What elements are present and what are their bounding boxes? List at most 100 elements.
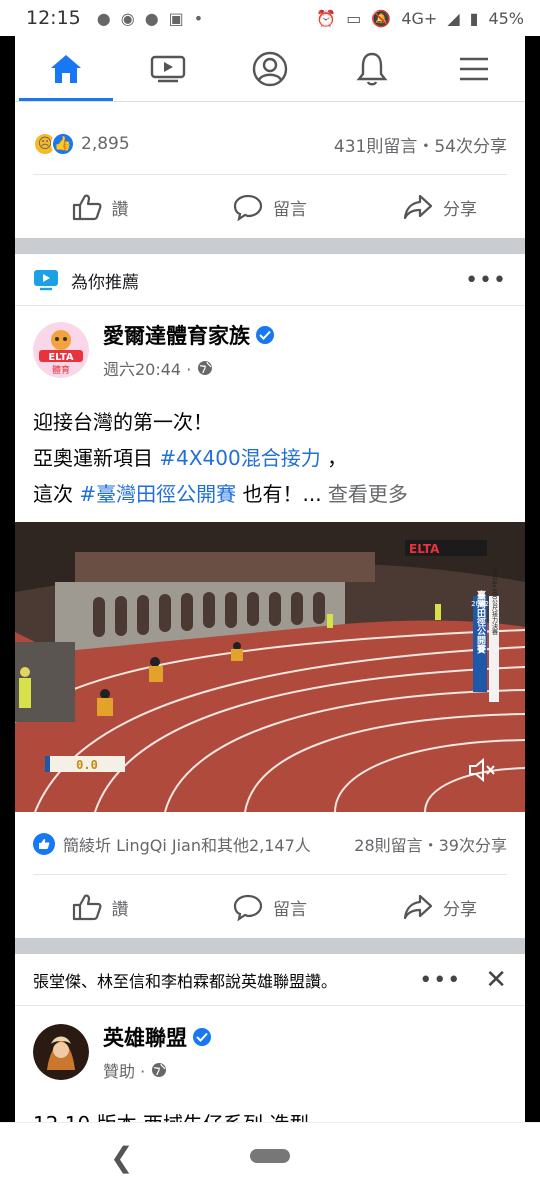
post-author: ELTA 體育 愛爾達體育家族 週六20:44 · (33, 320, 274, 380)
verified-icon (193, 1028, 211, 1046)
tab-menu[interactable] (423, 36, 525, 101)
hashtag-link[interactable]: #4X400混合接力 (159, 446, 320, 470)
battery-icon: ▮ (469, 8, 479, 28)
post-timestamp[interactable]: 週六20:44 · (103, 356, 191, 380)
post-text-fragment: ， (320, 446, 348, 470)
tab-watch[interactable] (117, 36, 219, 101)
like-label: 讚 (111, 899, 129, 920)
banner-title: 臺灣田徑公開賽 (475, 589, 487, 654)
social-context-text[interactable]: 張堂傑、林至信和李柏霖都說英雄聯盟讚。 (33, 968, 337, 992)
comments-shares-count[interactable]: 431則留言・54次分享 (334, 132, 507, 157)
status-time: 12:15 (26, 7, 81, 29)
system-nav-bar: ❮ (0, 1122, 540, 1188)
feed: ☹ 👍 2,895 431則留言・54次分享 讚 留言 分享 為你推薦 ••• … (15, 0, 525, 1188)
tv-icon (34, 270, 58, 291)
bell-icon (356, 52, 388, 85)
page-avatar[interactable] (33, 1024, 89, 1080)
tab-home[interactable] (15, 36, 117, 101)
android-icon: ● (96, 8, 111, 28)
post-separator (15, 938, 525, 954)
menu-icon (460, 57, 488, 80)
network-label: 4G+ (401, 8, 438, 28)
reaction-summary[interactable]: ☹ 👍 2,895 431則留言・54次分享 (15, 114, 525, 174)
page-avatar[interactable]: ELTA 體育 (33, 322, 89, 378)
post-author: 英雄聯盟 贊助 · (33, 1022, 211, 1082)
post-text-fragment: 這次 (33, 482, 80, 506)
share-icon (403, 894, 433, 920)
comment-label: 留言 (273, 199, 307, 220)
home-pill-button[interactable] (250, 1148, 290, 1163)
page-name[interactable]: 英雄聯盟 (103, 1022, 187, 1052)
post-text-line: 這次 #臺灣田徑公開賽 也有！... 查看更多 (33, 476, 513, 512)
sponsored-label[interactable]: 贊助 · (103, 1058, 145, 1082)
see-more-link[interactable]: 查看更多 (322, 482, 408, 506)
tab-notifications[interactable] (321, 36, 423, 101)
like-reaction-icon: 👍 (51, 132, 75, 156)
like-button[interactable]: 讚 (15, 875, 185, 939)
back-icon[interactable]: ❮ (110, 1141, 133, 1174)
hashtag-link[interactable]: #臺灣田徑公開賽 (79, 482, 236, 506)
post-separator (15, 238, 525, 254)
like-reaction-icon (33, 833, 55, 855)
globe-icon (198, 361, 213, 375)
mute-icon: 🔕 (371, 8, 392, 28)
tab-profile[interactable] (219, 36, 321, 101)
video-player[interactable]: ELTA 2022 臺灣田徑公開賽 混合4x400公尺接力決賽 0.0 (15, 522, 525, 812)
home-icon (51, 54, 81, 83)
mute-icon[interactable] (467, 756, 497, 784)
video-icon (150, 55, 186, 82)
comment-label: 留言 (273, 899, 307, 920)
post-actions: 讚 留言 分享 (15, 175, 525, 239)
cast-icon: ▭ (346, 8, 362, 28)
chat-bubble-icon: ◉ (120, 8, 135, 28)
post-text-line: 迎接台灣的第一次！ (33, 410, 213, 434)
divider (15, 1005, 525, 1006)
post-text: 迎接台灣的第一次！ 亞奧運新項目 #4X400混合接力 ， 這次 #臺灣田徑公開… (33, 404, 513, 512)
svg-text:體育: 體育 (52, 364, 70, 376)
profile-icon (252, 51, 288, 86)
video-frame: ELTA 2022 臺灣田徑公開賽 混合4x400公尺接力決賽 0.0 (15, 522, 525, 812)
battery-level: 45% (488, 8, 524, 28)
more-options-icon[interactable]: ••• (465, 268, 507, 293)
post-text-fragment: 亞奧運新項目 (33, 446, 160, 470)
video-logo: ELTA (409, 542, 440, 556)
verified-icon (256, 326, 274, 344)
signal-icon: ◢ (447, 8, 460, 28)
share-icon (403, 194, 433, 220)
reaction-summary[interactable]: 簡綾圻 LingQi Jian和其他2,147人 28則留言・39次分享 (15, 822, 525, 866)
comment-icon (233, 894, 263, 921)
reaction-count: 2,895 (81, 134, 130, 154)
recommendation-label: 為你推薦 (71, 272, 139, 293)
divider (15, 305, 525, 306)
dot-icon: • (193, 8, 204, 28)
post-text-fragment: 也有！... (236, 482, 322, 506)
close-icon[interactable]: ✕ (485, 965, 507, 995)
likers-text[interactable]: 簡綾圻 LingQi Jian和其他2,147人 (63, 832, 311, 856)
comment-button[interactable]: 留言 (185, 175, 355, 239)
comment-button[interactable]: 留言 (185, 875, 355, 939)
thumbs-up-icon (72, 894, 101, 921)
recommendation-header: 為你推薦 ••• (15, 254, 525, 306)
share-label: 分享 (443, 899, 477, 920)
post-actions: 讚 留言 分享 (15, 875, 525, 939)
race-timer: 0.0 (76, 758, 98, 772)
svg-text:ELTA: ELTA (48, 352, 74, 363)
status-bar: 12:15 ● ◉ ● ▣ • ⏰ ▭ 🔕 4G+ ◢ ▮ 45% (0, 0, 540, 36)
more-options-icon[interactable]: ••• (419, 968, 461, 993)
social-context-header: 張堂傑、林至信和李柏霖都說英雄聯盟讚。 ••• ✕ (15, 955, 525, 1005)
comments-shares-count[interactable]: 28則留言・39次分享 (354, 832, 507, 856)
banner-subtitle: 混合4x400公尺接力決賽 (491, 568, 498, 637)
alarm-icon: ⏰ (316, 8, 337, 28)
android-icon: ● (144, 8, 159, 28)
globe-icon (152, 1063, 167, 1077)
share-button[interactable]: 分享 (355, 875, 525, 939)
like-label: 讚 (111, 199, 129, 220)
thumbs-up-icon (72, 194, 101, 221)
comment-icon (233, 194, 263, 221)
like-button[interactable]: 讚 (15, 175, 185, 239)
page-name[interactable]: 愛爾達體育家族 (103, 320, 250, 350)
post-text-line: 亞奧運新項目 #4X400混合接力 ， (33, 440, 513, 476)
app-icon: ▣ (168, 8, 184, 28)
share-label: 分享 (443, 199, 477, 220)
share-button[interactable]: 分享 (355, 175, 525, 239)
